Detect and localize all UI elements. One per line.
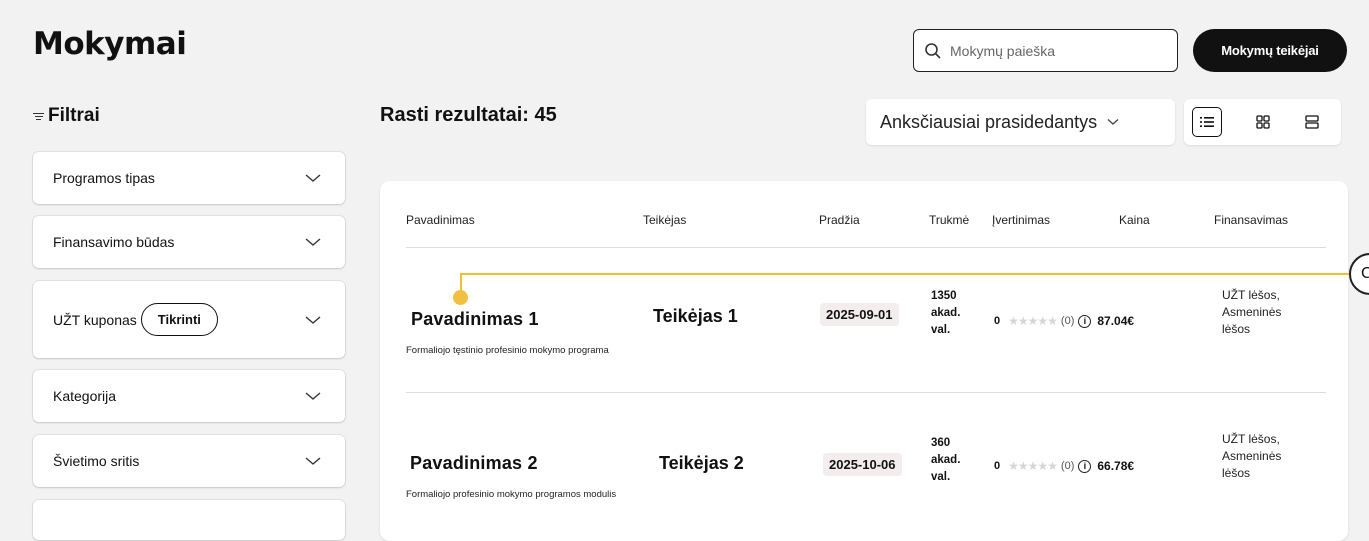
start-date-badge: 2025-10-06 bbox=[823, 453, 902, 476]
tour-hotspot[interactable] bbox=[453, 290, 468, 305]
column-header-rating: Įvertinimas bbox=[992, 213, 1051, 227]
rating: 0 ★★★★★ (0) i 66.78€ bbox=[994, 459, 1134, 473]
search-input[interactable]: Mokymų paieška bbox=[913, 29, 1178, 72]
column-header-price: Kaina bbox=[1119, 213, 1150, 227]
rating-value: 0 bbox=[994, 460, 1001, 472]
filter-uzt-coupon[interactable]: UŽT kuponas Tikrinti bbox=[33, 281, 345, 358]
list-view-button[interactable] bbox=[1192, 107, 1222, 137]
search-placeholder: Mokymų paieška bbox=[950, 42, 1056, 59]
column-header-funding: Finansavimas bbox=[1214, 213, 1289, 227]
filter-icon bbox=[33, 112, 44, 121]
filter-more[interactable] bbox=[33, 500, 345, 540]
chevron-down-icon bbox=[305, 238, 321, 246]
filter-label: Finansavimo būdas bbox=[53, 234, 175, 250]
filter-label: Programos tipas bbox=[53, 170, 155, 186]
grid-icon bbox=[1256, 115, 1270, 129]
column-header-name: Pavadinimas bbox=[406, 213, 475, 227]
filter-label: Švietimo sritis bbox=[53, 453, 140, 469]
info-icon[interactable]: i bbox=[1078, 459, 1092, 473]
rows-icon bbox=[1305, 115, 1319, 129]
rating: 0 ★★★★★ (0) i 87.04€ bbox=[994, 314, 1134, 328]
filters-heading: Filtrai bbox=[33, 105, 100, 127]
column-header-duration: Trukmė bbox=[929, 213, 970, 227]
sort-select[interactable]: Anksčiausiai prasidedantys bbox=[866, 99, 1175, 145]
providers-button[interactable]: Mokymų teikėjai bbox=[1193, 29, 1347, 72]
tour-marker[interactable]: C bbox=[1349, 253, 1369, 295]
filters-title: Filtrai bbox=[48, 105, 100, 126]
tour-connector-line bbox=[460, 273, 1369, 275]
list-icon bbox=[1200, 117, 1214, 127]
row-divider bbox=[406, 392, 1326, 393]
start-date-badge: 2025-09-01 bbox=[820, 303, 899, 326]
compact-view-button[interactable] bbox=[1297, 107, 1327, 137]
page-title: Mokymai bbox=[33, 26, 187, 62]
column-header-start: Pradžia bbox=[819, 213, 860, 227]
course-type: Formaliojo profesinio mokymo programos m… bbox=[406, 489, 617, 500]
search-icon bbox=[925, 42, 941, 59]
filter-label: UŽT kuponas bbox=[53, 311, 137, 328]
filter-program-type[interactable]: Programos tipas bbox=[33, 152, 345, 204]
check-coupon-button[interactable]: Tikrinti bbox=[140, 303, 218, 336]
duration: 1350 akad. val. bbox=[931, 290, 961, 336]
rating-count: (0) bbox=[1060, 460, 1075, 472]
chevron-down-icon bbox=[305, 315, 321, 324]
results-table: Pavadinimas Teikėjas Pradžia Trukmė Įver… bbox=[380, 181, 1348, 541]
chevron-down-icon bbox=[305, 392, 321, 400]
header-divider bbox=[406, 247, 1326, 248]
info-icon[interactable]: i bbox=[1078, 314, 1092, 328]
filter-category[interactable]: Kategorija bbox=[33, 370, 345, 422]
provider-name[interactable]: Teikėjas 2 bbox=[659, 453, 744, 474]
funding: UŽT lėšos, Asmeninės lėšos bbox=[1222, 432, 1282, 480]
star-rating-icon: ★★★★★ bbox=[1008, 314, 1058, 328]
provider-name[interactable]: Teikėjas 1 bbox=[653, 306, 738, 327]
funding: UŽT lėšos, Asmeninės lėšos bbox=[1222, 288, 1282, 336]
star-rating-icon: ★★★★★ bbox=[1008, 459, 1058, 473]
column-header-provider: Teikėjas bbox=[643, 213, 687, 227]
duration: 360 akad. val. bbox=[931, 437, 961, 483]
course-type: Formaliojo tęstinio profesinio mokymo pr… bbox=[406, 345, 609, 356]
rating-value: 0 bbox=[994, 315, 1001, 327]
rating-count: (0) bbox=[1060, 315, 1075, 327]
view-toggle bbox=[1184, 99, 1341, 145]
course-name[interactable]: Pavadinimas 2 bbox=[410, 453, 538, 474]
filter-funding-method[interactable]: Finansavimo būdas bbox=[33, 216, 345, 268]
sort-value: Anksčiausiai prasidedantys bbox=[880, 111, 1098, 132]
filter-label: Kategorija bbox=[53, 388, 117, 404]
chevron-down-icon bbox=[305, 174, 321, 182]
filter-education-area[interactable]: Švietimo sritis bbox=[33, 435, 345, 487]
chevron-down-icon bbox=[1107, 119, 1119, 125]
results-count: Rasti rezultatai: 45 bbox=[380, 104, 557, 126]
price: 66.78€ bbox=[1097, 459, 1135, 473]
grid-view-button[interactable] bbox=[1248, 107, 1278, 137]
chevron-down-icon bbox=[305, 457, 321, 465]
course-name[interactable]: Pavadinimas 1 bbox=[411, 309, 539, 330]
price: 87.04€ bbox=[1097, 314, 1135, 328]
